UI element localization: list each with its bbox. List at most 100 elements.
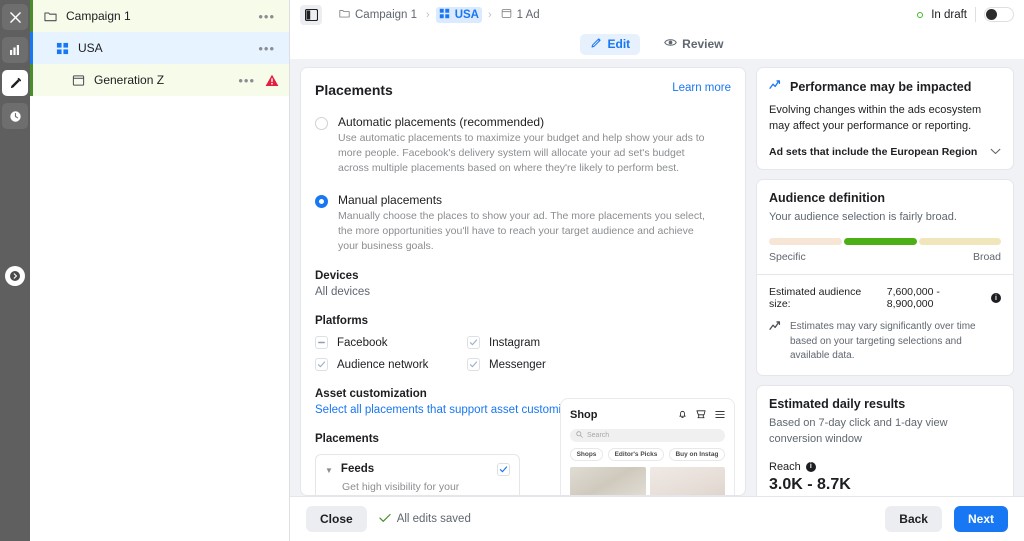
- close-button[interactable]: Close: [306, 506, 367, 532]
- gauge-label-specific: Specific: [769, 251, 806, 263]
- checkbox-checked-icon[interactable]: [467, 336, 480, 349]
- grid-icon: [54, 40, 70, 56]
- divider: [975, 7, 976, 22]
- audience-definition-card: Audience definition Your audience select…: [756, 179, 1014, 376]
- preview-tab-buy-on-instagram[interactable]: Buy on Instag: [669, 448, 725, 461]
- preview-tabs: Shops Editor's Picks Buy on Instag: [570, 448, 725, 461]
- active-toggle[interactable]: [984, 7, 1014, 22]
- edit-review-tabs: Edit Review: [290, 29, 1024, 59]
- placement-group-header[interactable]: ▼ Feeds: [325, 463, 510, 476]
- tree-row[interactable]: USA •••: [30, 32, 289, 64]
- warning-icon[interactable]: [265, 74, 279, 87]
- estimate-label: Estimated audience size:: [769, 286, 882, 310]
- checkbox-messenger[interactable]: Messenger: [467, 358, 619, 371]
- card-header: Performance may be impacted: [769, 79, 1001, 94]
- learn-more-link[interactable]: Learn more: [672, 82, 731, 94]
- breadcrumb-separator: ›: [488, 9, 492, 21]
- divider: [757, 274, 1013, 275]
- card-body: Evolving changes within the ads ecosyste…: [769, 102, 1001, 135]
- checkbox-label: Audience network: [337, 359, 428, 371]
- status-dot-icon: [917, 12, 923, 18]
- preview-tab-shops[interactable]: Shops: [570, 448, 603, 461]
- tree-row[interactable]: Generation Z •••: [30, 64, 289, 96]
- option-description: Manually choose the places to show your …: [338, 209, 708, 254]
- gauge-segment-broad: [919, 238, 1001, 245]
- audience-note: Estimates may vary significantly over ti…: [769, 320, 1001, 364]
- platforms-heading: Platforms: [315, 315, 731, 327]
- next-button[interactable]: Next: [954, 506, 1008, 532]
- menu-icon[interactable]: [715, 408, 725, 422]
- gauge-label-broad: Broad: [973, 251, 1001, 263]
- breadcrumb-item-campaign[interactable]: Campaign 1: [336, 7, 420, 23]
- row-menu-button[interactable]: •••: [234, 74, 259, 87]
- back-button[interactable]: Back: [885, 506, 942, 532]
- main-column: Campaign 1 › USA › 1 Ad: [290, 0, 1024, 541]
- preview-search-bar[interactable]: Search: [570, 429, 725, 442]
- tab-review[interactable]: Review: [654, 34, 733, 54]
- pencil-icon[interactable]: [2, 70, 28, 96]
- campaign-tree-sidebar: Campaign 1 ••• USA ••• Generation Z •••: [30, 0, 290, 541]
- cart-icon[interactable]: [696, 408, 706, 422]
- checkbox-checked-icon[interactable]: [315, 358, 328, 371]
- row-menu-button[interactable]: •••: [254, 10, 279, 23]
- option-label: Automatic placements (recommended): [338, 115, 708, 129]
- row-menu-button[interactable]: •••: [254, 42, 279, 55]
- trend-icon: [769, 79, 783, 94]
- gauge-labels: Specific Broad: [769, 251, 1001, 263]
- breadcrumb-label: 1 Ad: [517, 9, 540, 21]
- option-automatic-placements[interactable]: Automatic placements (recommended) Use a…: [315, 115, 731, 176]
- checkbox-audience-network[interactable]: Audience network: [315, 358, 467, 371]
- platforms-checkbox-group: Facebook Instagram Audience network: [315, 336, 731, 371]
- clock-icon[interactable]: [2, 103, 28, 129]
- tree-row[interactable]: Campaign 1 •••: [30, 0, 289, 32]
- devices-value[interactable]: All devices: [315, 286, 731, 298]
- preview-tab-editors-picks[interactable]: Editor's Picks: [608, 448, 664, 461]
- status-badge: In draft: [931, 9, 967, 21]
- gauge-segment-active: [844, 238, 917, 245]
- panel-toggle-icon[interactable]: [300, 5, 322, 25]
- ad-icon: [70, 72, 86, 88]
- info-icon[interactable]: i: [806, 462, 816, 472]
- tab-edit[interactable]: Edit: [580, 34, 640, 55]
- chevron-down-icon[interactable]: [990, 147, 1001, 157]
- info-icon[interactable]: i: [991, 293, 1001, 303]
- bell-icon[interactable]: [678, 408, 687, 422]
- tree-row-label: USA: [78, 41, 254, 55]
- tab-label: Edit: [607, 37, 630, 51]
- phone-header-icons: [678, 408, 725, 422]
- note-text: Estimates may vary significantly over ti…: [790, 320, 1001, 364]
- estimated-audience-size: Estimated audience size: 7,600,000 - 8,9…: [769, 286, 1001, 310]
- preview-product-image: [650, 467, 726, 495]
- european-region-accordion[interactable]: Ad sets that include the European Region: [769, 146, 1001, 158]
- breadcrumb-label: Campaign 1: [355, 9, 417, 21]
- checkbox-checked-icon[interactable]: [467, 358, 480, 371]
- option-label: Manual placements: [338, 193, 708, 207]
- tree-row-label: Campaign 1: [66, 9, 254, 23]
- content-body: Placements Learn more Automatic placemen…: [290, 59, 1024, 496]
- checkbox-instagram[interactable]: Instagram: [467, 336, 619, 349]
- chart-icon[interactable]: [2, 37, 28, 63]
- breadcrumb-item-adset[interactable]: USA: [436, 7, 482, 23]
- radio-manual-placements[interactable]: [315, 195, 328, 208]
- radio-automatic-placements[interactable]: [315, 117, 328, 130]
- check-icon: [379, 513, 391, 526]
- breadcrumb-item-ad[interactable]: 1 Ad: [498, 7, 543, 23]
- ads-manager-window: Campaign 1 ••• USA ••• Generation Z •••: [0, 0, 1024, 541]
- devices-heading: Devices: [315, 270, 731, 282]
- phone-header: Shop: [570, 408, 725, 422]
- chevron-down-icon[interactable]: ▼: [325, 466, 333, 475]
- estimated-daily-results-card: Estimated daily results Based on 7-day c…: [756, 385, 1014, 496]
- row-edge-marker: [30, 32, 33, 64]
- close-icon[interactable]: [2, 4, 28, 30]
- checkbox-feeds[interactable]: [497, 463, 510, 476]
- option-description: Use automatic placements to maximize you…: [338, 131, 708, 176]
- checkbox-label: Messenger: [489, 359, 546, 371]
- option-manual-placements[interactable]: Manual placements Manually choose the pl…: [315, 193, 731, 254]
- row-edge-marker: [30, 64, 33, 96]
- checkbox-facebook[interactable]: Facebook: [315, 336, 467, 349]
- expand-rail-button[interactable]: [5, 266, 25, 286]
- checkbox-indeterminate-icon[interactable]: [315, 336, 328, 349]
- footer-bar: Close All edits saved Back Next: [290, 496, 1024, 541]
- reach-value: 3.0K - 8.7K: [769, 476, 1001, 494]
- trend-icon: [769, 320, 783, 364]
